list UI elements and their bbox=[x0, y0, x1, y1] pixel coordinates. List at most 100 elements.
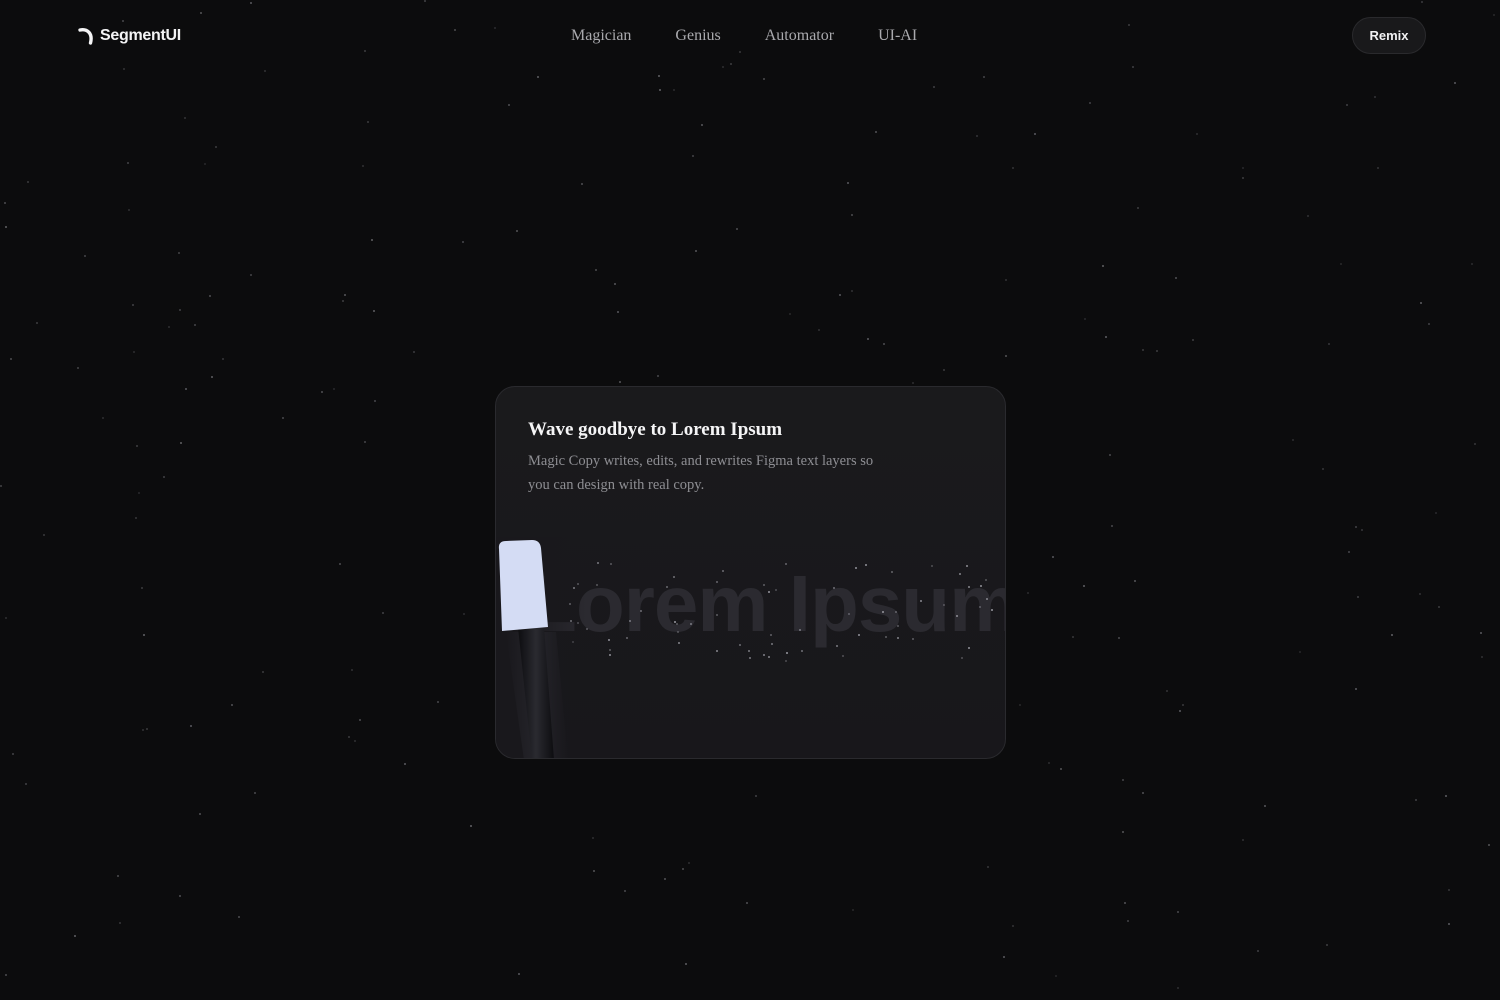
star-dot bbox=[1109, 454, 1111, 456]
star-dot bbox=[1118, 637, 1120, 639]
star-dot bbox=[1084, 318, 1086, 320]
star-dot bbox=[117, 875, 119, 877]
star-dot bbox=[789, 313, 791, 315]
star-dot bbox=[143, 634, 145, 636]
star-dot bbox=[1127, 920, 1129, 922]
star-dot bbox=[1034, 133, 1036, 135]
star-dot bbox=[1481, 656, 1483, 658]
star-dot bbox=[102, 417, 104, 419]
star-dot bbox=[1055, 975, 1057, 977]
sparkle-dot bbox=[801, 650, 803, 652]
star-dot bbox=[664, 878, 666, 880]
sparkle-dot bbox=[968, 647, 970, 649]
star-dot bbox=[685, 963, 687, 965]
star-dot bbox=[617, 311, 619, 313]
star-dot bbox=[537, 76, 539, 78]
star-dot bbox=[25, 783, 27, 785]
star-dot bbox=[194, 324, 196, 326]
sparkle-dot bbox=[956, 615, 958, 617]
sparkle-dot bbox=[775, 589, 777, 591]
star-dot bbox=[254, 792, 256, 794]
nav-item-magician[interactable]: Magician bbox=[549, 26, 653, 46]
star-dot bbox=[333, 388, 335, 390]
sparkle-dot bbox=[785, 563, 787, 565]
star-dot bbox=[912, 382, 914, 384]
sparkle-dot bbox=[673, 576, 675, 578]
sparkle-dot bbox=[968, 586, 970, 588]
star-dot bbox=[321, 391, 323, 393]
star-dot bbox=[342, 300, 344, 302]
star-dot bbox=[1083, 585, 1085, 587]
star-dot bbox=[1122, 831, 1124, 833]
star-dot bbox=[976, 135, 978, 137]
star-dot bbox=[128, 209, 130, 211]
star-dot bbox=[1005, 279, 1007, 281]
star-dot bbox=[1242, 167, 1244, 169]
sparkle-dot bbox=[678, 642, 680, 644]
star-dot bbox=[215, 146, 217, 148]
star-dot bbox=[470, 825, 472, 827]
star-dot bbox=[1182, 704, 1184, 706]
star-dot bbox=[595, 269, 597, 271]
star-dot bbox=[282, 417, 284, 419]
star-dot bbox=[141, 587, 143, 589]
star-dot bbox=[736, 228, 738, 230]
star-dot bbox=[1474, 443, 1476, 445]
star-dot bbox=[943, 369, 945, 371]
star-dot bbox=[142, 729, 144, 731]
star-dot bbox=[1027, 592, 1029, 594]
star-dot bbox=[362, 165, 364, 167]
star-dot bbox=[185, 388, 187, 390]
star-dot bbox=[987, 866, 989, 868]
star-dot bbox=[351, 669, 353, 671]
star-dot bbox=[132, 304, 134, 306]
star-dot bbox=[518, 973, 520, 975]
star-dot bbox=[746, 902, 748, 904]
star-dot bbox=[1134, 580, 1136, 582]
star-dot bbox=[1361, 529, 1363, 531]
nav-item-genius[interactable]: Genius bbox=[653, 26, 742, 46]
star-dot bbox=[1048, 762, 1050, 764]
sparkle-dot bbox=[842, 655, 844, 657]
sparkle-dot bbox=[749, 657, 751, 659]
star-dot bbox=[374, 400, 376, 402]
star-dot bbox=[1142, 792, 1144, 794]
star-dot bbox=[1192, 339, 1194, 341]
star-dot bbox=[344, 294, 346, 296]
star-dot bbox=[146, 728, 148, 730]
star-dot bbox=[875, 131, 877, 133]
remix-button[interactable]: Remix bbox=[1352, 17, 1426, 54]
logo-text: SegmentUI bbox=[100, 27, 181, 44]
star-dot bbox=[508, 104, 510, 106]
star-dot bbox=[1264, 805, 1266, 807]
star-dot bbox=[168, 326, 170, 328]
star-dot bbox=[1428, 323, 1430, 325]
sparkle-dot bbox=[966, 565, 968, 567]
star-dot bbox=[619, 381, 621, 383]
sparkle-dot bbox=[931, 565, 933, 567]
star-dot bbox=[180, 442, 182, 444]
star-dot bbox=[1346, 104, 1348, 106]
logo-link[interactable]: SegmentUI bbox=[78, 27, 181, 45]
star-dot bbox=[1177, 987, 1179, 989]
star-dot bbox=[1003, 956, 1005, 958]
star-dot bbox=[1012, 925, 1014, 927]
sparkle-dot bbox=[986, 598, 988, 600]
star-dot bbox=[163, 476, 165, 478]
star-dot bbox=[1454, 82, 1456, 84]
star-dot bbox=[1299, 651, 1301, 653]
sparkle-dot bbox=[722, 570, 724, 572]
nav-item-ui-ai[interactable]: UI-AI bbox=[856, 26, 939, 46]
star-dot bbox=[12, 753, 14, 755]
sparkle-dot bbox=[980, 585, 982, 587]
sparkle-dot bbox=[626, 637, 628, 639]
nav-item-automator[interactable]: Automator bbox=[743, 26, 856, 46]
star-dot bbox=[136, 445, 138, 447]
star-dot bbox=[231, 704, 233, 706]
sparkle-dot bbox=[771, 643, 773, 645]
star-dot bbox=[404, 763, 406, 765]
star-dot bbox=[867, 338, 869, 340]
sparkle-dot bbox=[799, 629, 801, 631]
star-dot bbox=[1438, 606, 1440, 608]
star-dot bbox=[1257, 950, 1259, 952]
